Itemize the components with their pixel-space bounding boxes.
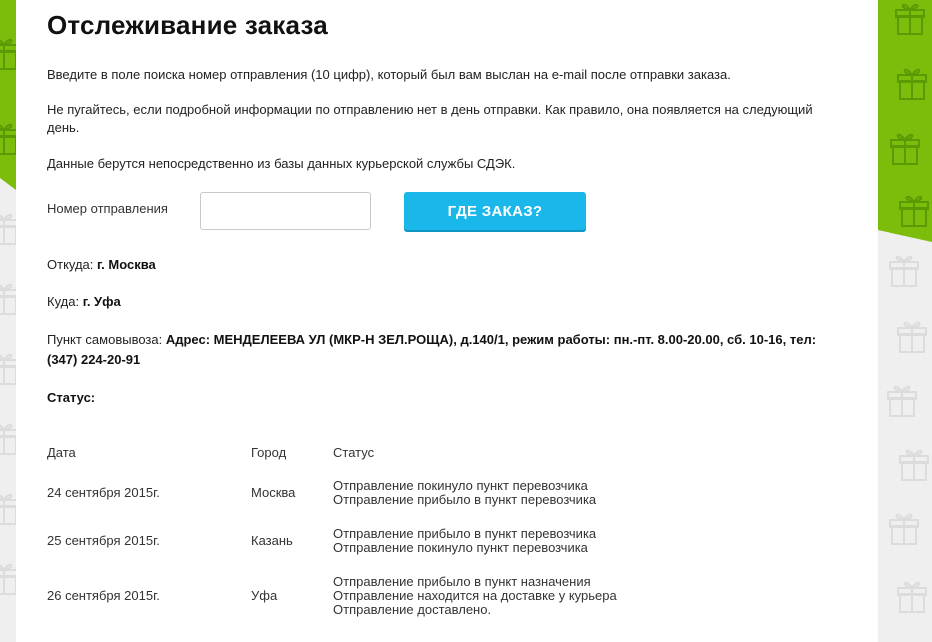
shipment-from: Откуда: г. Москва <box>47 255 847 275</box>
page-title: Отслеживание заказа <box>47 10 328 40</box>
row-date: 24 сентября 2015г. <box>47 485 160 500</box>
row-status-line: Отправление прибыло в пункт перевозчика <box>333 492 597 507</box>
tracking-number-input[interactable] <box>200 192 371 230</box>
row-city: Казань <box>251 533 293 548</box>
row-status-line: Отправление прибыло в пункт перевозчика <box>333 526 597 541</box>
from-value: г. Москва <box>97 257 156 272</box>
row-date: 25 сентября 2015г. <box>47 533 160 548</box>
pickup-value: Адрес: МЕНДЕЛЕЕВА УЛ (МКР-Н ЗЕЛ.РОЩА), д… <box>47 332 817 367</box>
pickup-label: Пункт самовывоза: <box>47 332 163 347</box>
intro-paragraph-2: Не пугайтесь, если подробной информации … <box>47 102 813 135</box>
row-status-line: Отправление покинуло пункт перевозчика <box>333 478 588 493</box>
shipment-to: Куда: г. Уфа <box>47 292 847 312</box>
shipment-status: Статус: <box>47 388 847 408</box>
to-label: Куда: <box>47 294 80 309</box>
row-status-line: Отправление находится на доставке у курь… <box>333 588 617 603</box>
row-date: 26 сентября 2015г. <box>47 588 160 603</box>
intro-paragraph-1: Введите в поле поиска номер отправления … <box>47 67 731 82</box>
where-is-order-button[interactable]: ГДЕ ЗАКАЗ? <box>404 192 586 230</box>
tracking-number-label: Номер отправления <box>47 201 168 216</box>
row-city: Уфа <box>251 588 278 603</box>
shipment-pickup: Пункт самовывоза: Адрес: МЕНДЕЛЕЕВА УЛ (… <box>47 330 847 370</box>
intro-paragraph-3: Данные берутся непосредственно из базы д… <box>47 156 516 171</box>
status-label: Статус: <box>47 390 96 405</box>
row-status-line: Отправление доставлено. <box>333 602 492 617</box>
row-status-line: Отправление покинуло пункт перевозчика <box>333 540 588 555</box>
history-header-status: Статус <box>333 445 375 460</box>
from-label: Откуда: <box>47 257 94 272</box>
row-status-line: Отправление прибыло в пункт назначения <box>333 574 591 589</box>
row-city: Москва <box>251 485 296 500</box>
history-header-date: Дата <box>47 445 76 460</box>
history-header-city: Город <box>251 445 287 460</box>
to-value: г. Уфа <box>82 294 121 309</box>
